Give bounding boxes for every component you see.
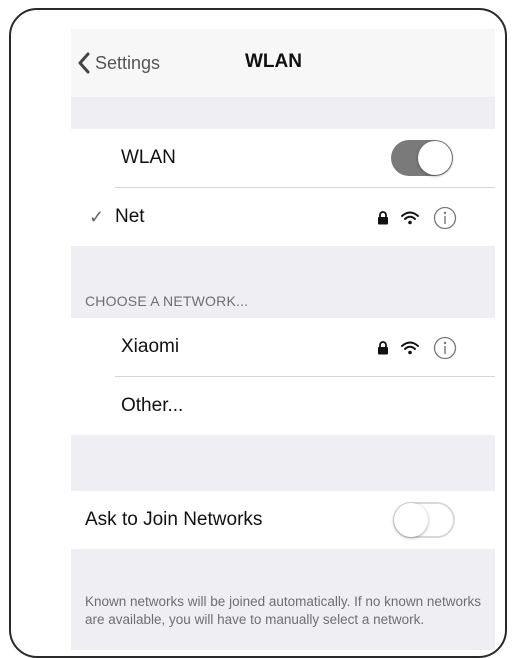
toggle-knob	[418, 141, 452, 175]
ask-to-join-label: Ask to Join Networks	[85, 509, 263, 530]
navigation-bar: Settings WLAN	[71, 29, 495, 97]
chevron-left-icon	[78, 52, 90, 74]
wlan-row: WLAN	[71, 129, 495, 187]
connected-network-icons	[377, 206, 457, 230]
connected-network-name: Net	[115, 206, 145, 227]
other-network-label: Other...	[121, 395, 184, 416]
ask-to-join-toggle[interactable]	[393, 502, 455, 538]
wifi-icon	[401, 341, 419, 355]
page-title: WLAN	[245, 51, 302, 72]
network-list: Xiaomi Other...	[71, 318, 495, 435]
checkmark-icon: ✓	[89, 206, 105, 227]
settings-screen: Settings WLAN WLAN ✓ Net CHOOSE A NETWOR…	[71, 29, 495, 650]
wifi-icon	[401, 211, 419, 225]
back-label: Settings	[95, 52, 161, 73]
ask-to-join-group: Ask to Join Networks	[71, 491, 495, 549]
other-network-row[interactable]: Other...	[71, 377, 495, 435]
wlan-group: WLAN ✓ Net	[71, 129, 495, 246]
connected-network-row[interactable]: ✓ Net	[71, 188, 495, 246]
network-name: Xiaomi	[121, 336, 180, 357]
wlan-toggle[interactable]	[391, 140, 453, 176]
footer-note: Known networks will be joined automatica…	[85, 594, 481, 627]
back-button[interactable]: Settings	[77, 49, 160, 77]
ask-to-join-row: Ask to Join Networks	[71, 491, 495, 549]
info-icon[interactable]	[433, 336, 457, 360]
network-icons	[377, 336, 457, 360]
lock-icon	[378, 211, 388, 225]
lock-icon	[378, 341, 388, 355]
section-header: CHOOSE A NETWORK...	[85, 293, 249, 309]
wlan-label: WLAN	[121, 147, 176, 168]
toggle-knob	[394, 503, 428, 537]
device-frame: Settings WLAN WLAN ✓ Net CHOOSE A NETWOR…	[9, 8, 507, 658]
info-icon[interactable]	[433, 206, 457, 230]
network-row[interactable]: Xiaomi	[71, 318, 495, 376]
